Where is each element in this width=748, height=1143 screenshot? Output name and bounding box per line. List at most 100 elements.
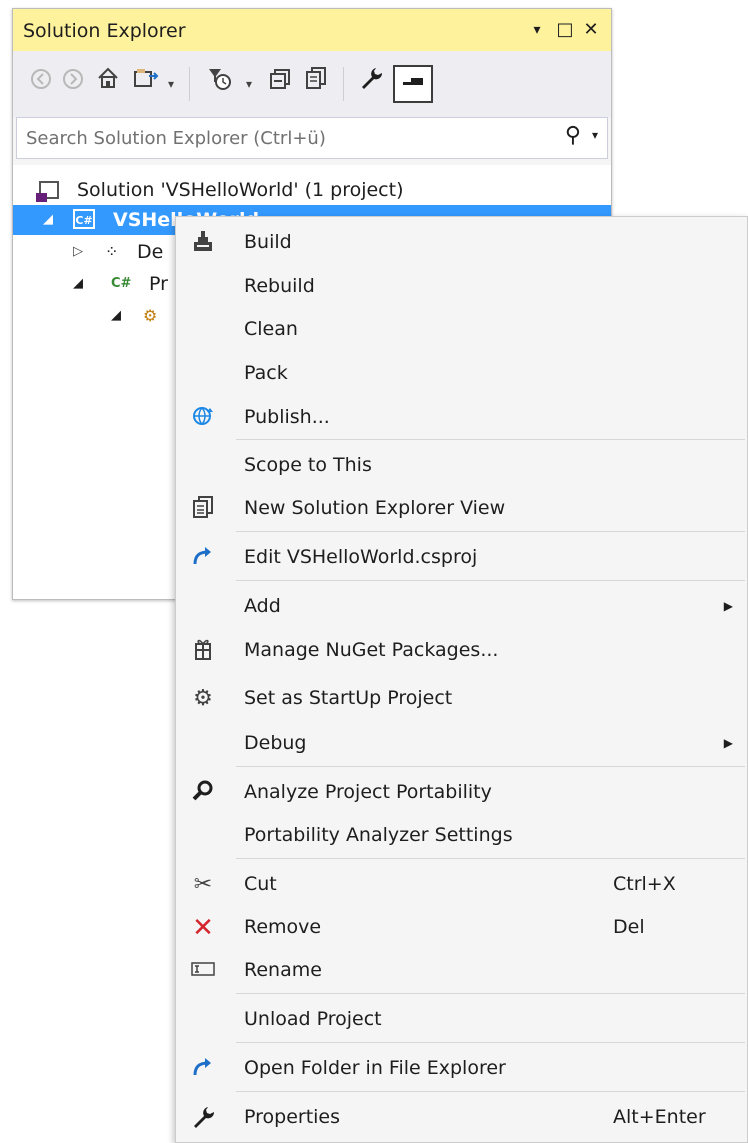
remove-x-icon: ✕ [192, 913, 214, 943]
project-context-menu: Build Rebuild Clean Pack Publish... Scop… [175, 216, 748, 1143]
menu-separator [236, 1042, 745, 1043]
menu-separator [236, 439, 745, 440]
show-all-files-icon[interactable] [301, 65, 331, 103]
expanded-arrow-icon[interactable]: ◢ [111, 301, 121, 331]
build-icon [190, 229, 216, 257]
new-view-icon [190, 495, 216, 523]
menu-item-rebuild[interactable]: Rebuild [176, 267, 747, 307]
title-bar: Solution Explorer ▾ □ ✕ [13, 9, 611, 51]
search-icon[interactable]: ⚲ [565, 123, 581, 148]
menu-item-new-solution-explorer-view[interactable]: New Solution Explorer View [176, 489, 747, 529]
home-icon[interactable] [93, 65, 123, 103]
collapse-all-icon[interactable] [265, 65, 295, 103]
submenu-arrow-icon: ▶ [723, 736, 733, 750]
menu-item-unload-project[interactable]: Unload Project [176, 1000, 747, 1040]
panel-title: Solution Explorer [23, 20, 186, 42]
expanded-arrow-icon[interactable]: ◢ [73, 269, 83, 299]
wrench-icon [190, 1104, 216, 1132]
menu-item-rename[interactable]: Rename [176, 951, 747, 991]
menu-label: Properties [244, 1106, 341, 1128]
menu-item-debug[interactable]: Debug ▶ [176, 724, 747, 764]
sync-with-document-icon[interactable] [131, 65, 161, 103]
menu-item-edit-csproj[interactable]: Edit VSHelloWorld.csproj [176, 538, 747, 578]
dependencies-icon: ⁘ [105, 242, 119, 261]
redirect-arrow-icon [190, 1055, 216, 1083]
gear-icon: ⚙ [193, 686, 213, 711]
menu-label: Scope to This [244, 454, 372, 476]
menu-label: Edit VSHelloWorld.csproj [244, 546, 478, 568]
menu-item-add[interactable]: Add ▶ [176, 587, 747, 627]
menu-label: Set as StartUp Project [244, 687, 453, 709]
menu-separator [236, 531, 745, 532]
preview-selected-items-icon[interactable] [393, 65, 433, 103]
menu-shortcut: Del [613, 916, 645, 938]
dependencies-label: De [137, 241, 164, 263]
close-button[interactable]: ✕ [579, 17, 603, 43]
csharp-file-icon: C# [111, 276, 132, 291]
menu-label: Debug [244, 732, 307, 754]
pending-changes-filter-icon[interactable] [203, 65, 237, 103]
solution-explorer-toolbar: ▾ ▾ [13, 51, 611, 117]
search-options-dropdown-icon[interactable]: ▾ [592, 128, 598, 142]
collapsed-arrow-icon[interactable]: ▷ [73, 237, 83, 267]
toolbar-separator [189, 67, 190, 101]
menu-shortcut: Ctrl+X [613, 873, 676, 895]
menu-label: Open Folder in File Explorer [244, 1057, 506, 1079]
menu-item-cut[interactable]: ✂ Cut Ctrl+X [176, 865, 747, 905]
menu-item-build[interactable]: Build [176, 223, 747, 263]
menu-separator [236, 1091, 745, 1092]
tree-row-solution[interactable]: Solution 'VSHelloWorld' (1 project) [13, 175, 611, 205]
menu-label: Clean [244, 318, 298, 340]
menu-item-open-folder[interactable]: Open Folder in File Explorer [176, 1049, 747, 1089]
back-icon[interactable] [27, 65, 55, 103]
solution-label: Solution 'VSHelloWorld' (1 project) [77, 179, 404, 201]
expanded-arrow-icon[interactable]: ◢ [43, 205, 53, 235]
redirect-arrow-icon [190, 544, 216, 572]
menu-item-portability-settings[interactable]: Portability Analyzer Settings [176, 816, 747, 856]
search-input[interactable]: Search Solution Explorer (Ctrl+ü) [26, 128, 326, 149]
menu-separator [236, 580, 745, 581]
toolbar-separator [343, 67, 344, 101]
menu-item-pack[interactable]: Pack [176, 354, 747, 394]
menu-item-manage-nuget[interactable]: Manage NuGet Packages... [176, 631, 747, 671]
magnifier-icon [190, 779, 216, 807]
program-label: Pr [149, 273, 168, 295]
nuget-package-icon [190, 637, 216, 665]
menu-shortcut: Alt+Enter [613, 1106, 706, 1128]
publish-globe-icon [190, 404, 216, 432]
menu-item-set-startup[interactable]: ⚙ Set as StartUp Project [176, 679, 747, 719]
submenu-arrow-icon: ▶ [723, 599, 733, 613]
menu-label: Cut [244, 873, 277, 895]
menu-label: Manage NuGet Packages... [244, 639, 499, 661]
menu-separator [236, 766, 745, 767]
menu-label: Portability Analyzer Settings [244, 824, 513, 846]
menu-label: Build [244, 231, 292, 253]
menu-item-remove[interactable]: ✕ Remove Del [176, 908, 747, 948]
menu-label: New Solution Explorer View [244, 497, 506, 519]
menu-separator [236, 858, 745, 859]
class-icon: ⚙ [143, 306, 158, 325]
menu-item-clean[interactable]: Clean [176, 310, 747, 350]
menu-item-publish[interactable]: Publish... [176, 398, 747, 438]
search-box[interactable]: Search Solution Explorer (Ctrl+ü) ⚲ ▾ [16, 117, 608, 159]
menu-label: Pack [244, 362, 288, 384]
rename-icon [190, 957, 216, 985]
menu-item-scope-to-this[interactable]: Scope to This [176, 446, 747, 486]
window-dropdown-button[interactable]: ▾ [525, 17, 549, 43]
menu-label: Remove [244, 916, 322, 938]
menu-label: Add [244, 595, 281, 617]
menu-label: Rebuild [244, 275, 315, 297]
filter-dropdown-icon[interactable]: ▾ [241, 65, 257, 103]
scissors-icon: ✂ [193, 872, 213, 897]
menu-label: Publish... [244, 406, 330, 428]
menu-separator [236, 993, 745, 994]
home-dropdown-icon[interactable]: ▾ [163, 65, 179, 103]
menu-label: Analyze Project Portability [244, 781, 492, 803]
maximize-button[interactable]: □ [553, 17, 577, 43]
menu-item-analyze-portability[interactable]: Analyze Project Portability [176, 773, 747, 813]
forward-icon[interactable] [59, 65, 87, 103]
menu-label: Unload Project [244, 1008, 382, 1030]
menu-item-properties[interactable]: Properties Alt+Enter [176, 1098, 747, 1138]
menu-label: Rename [244, 959, 322, 981]
properties-wrench-icon[interactable] [355, 65, 387, 103]
